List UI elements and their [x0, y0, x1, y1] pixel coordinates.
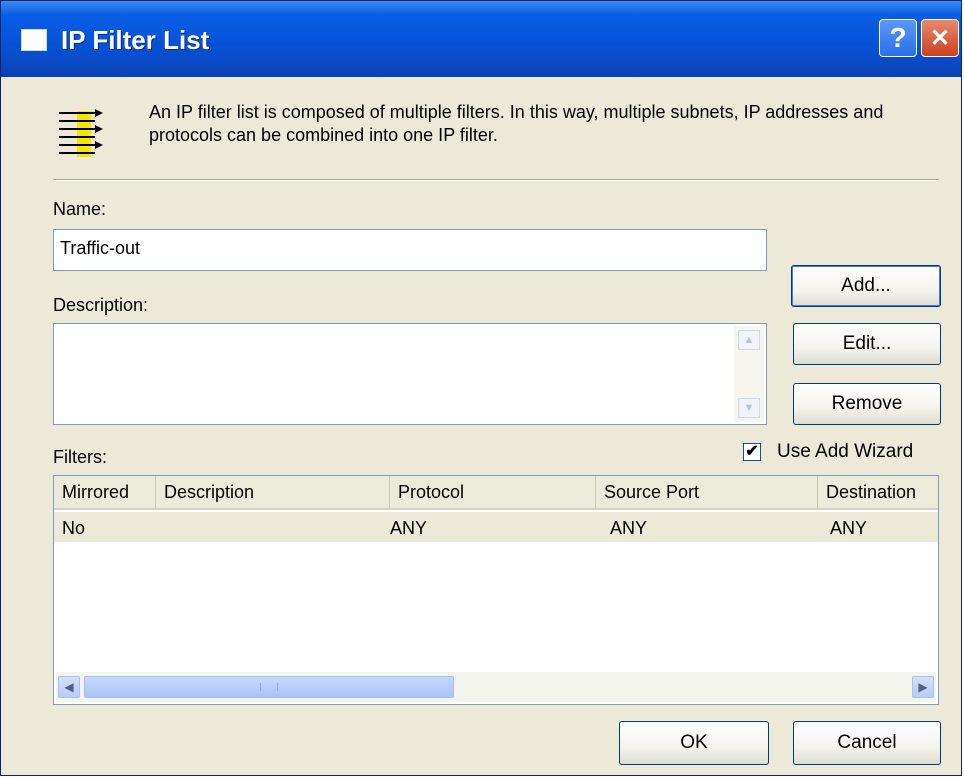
scroll-left-icon[interactable]: ◀: [58, 676, 80, 698]
table-row[interactable]: [54, 512, 938, 542]
filters-label: Filters:: [53, 447, 107, 467]
close-icon: ✕: [929, 24, 951, 52]
column-header-mirrored[interactable]: Mirrored: [54, 476, 156, 510]
use-add-wizard-label: Use Add Wizard: [777, 441, 914, 462]
grip-icon: [260, 683, 278, 691]
name-label: Name:: [53, 199, 107, 219]
help-button[interactable]: ?: [879, 19, 917, 57]
description-scrollbar[interactable]: ▲ ▼: [734, 326, 764, 422]
use-add-wizard-option[interactable]: ✔ Use Add Wizard: [743, 441, 913, 463]
window-title: IP Filter List: [61, 25, 210, 55]
filters-list[interactable]: Mirrored Description Protocol Source Por…: [53, 475, 939, 705]
close-button[interactable]: ✕: [921, 19, 959, 57]
edit-button[interactable]: Edit...: [793, 323, 941, 365]
filter-list-icon: [59, 109, 103, 157]
cell-mirrored: No: [62, 518, 86, 538]
help-icon: ?: [889, 22, 907, 53]
ok-button[interactable]: OK: [619, 721, 769, 765]
intro-text: An IP filter list is composed of multipl…: [149, 102, 884, 145]
column-header-destination[interactable]: Destination: [818, 476, 938, 510]
scroll-down-icon[interactable]: ▼: [738, 398, 760, 418]
remove-button[interactable]: Remove: [793, 383, 941, 425]
cell-protocol: ANY: [390, 518, 428, 538]
separator: [53, 179, 939, 181]
use-add-wizard-checkbox[interactable]: ✔: [743, 443, 761, 461]
scroll-right-icon[interactable]: ▶: [912, 676, 934, 698]
window-icon: [21, 29, 47, 51]
scrollbar-thumb[interactable]: [84, 676, 454, 698]
cell-destination: ANY: [830, 518, 868, 538]
scroll-up-icon[interactable]: ▲: [738, 330, 760, 350]
cell-source-port: ANY: [610, 518, 648, 538]
column-header-source-port[interactable]: Source Port: [596, 476, 818, 510]
description-textarea[interactable]: ▲ ▼: [53, 323, 767, 425]
add-button[interactable]: Add...: [791, 265, 941, 307]
title-bar[interactable]: IP Filter List ? ✕: [1, 1, 961, 77]
description-label: Description:: [53, 295, 149, 315]
ip-filter-list-dialog: IP Filter List ? ✕ An IP filter list is …: [0, 0, 962, 776]
name-input[interactable]: Traffic-out: [53, 229, 767, 271]
cancel-button[interactable]: Cancel: [793, 721, 941, 765]
column-header-description[interactable]: Description: [156, 476, 390, 510]
column-header-protocol[interactable]: Protocol: [390, 476, 596, 510]
horizontal-scrollbar[interactable]: ◀ ▶: [56, 672, 936, 702]
